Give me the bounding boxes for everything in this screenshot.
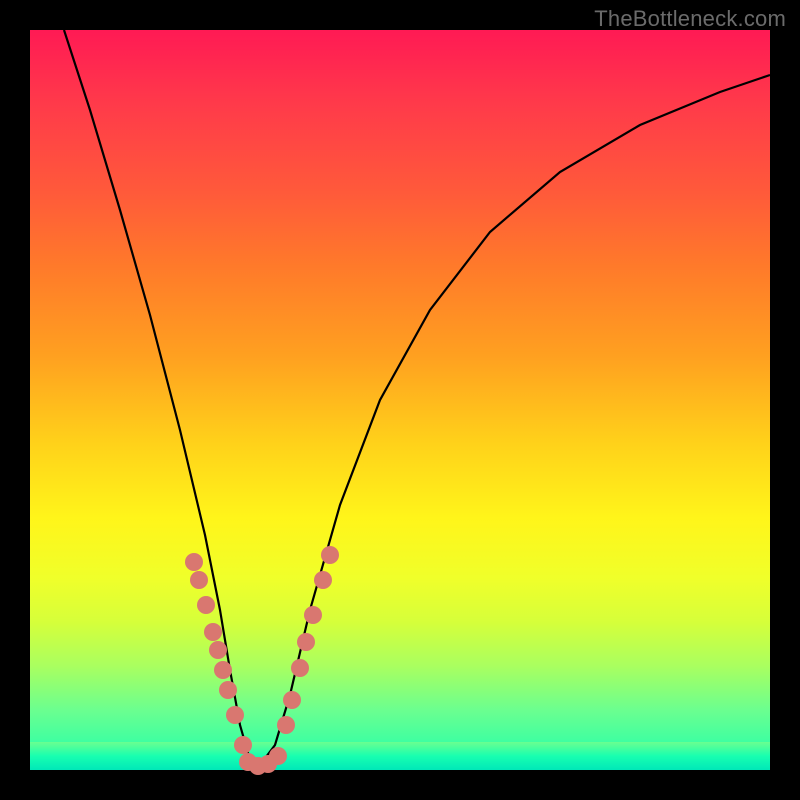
curve-path [64, 30, 770, 765]
marker-left [197, 596, 215, 614]
marker-right [297, 633, 315, 651]
marker-right [277, 716, 295, 734]
marker-right [283, 691, 301, 709]
marker-right [291, 659, 309, 677]
marker-left [214, 661, 232, 679]
marker-right [304, 606, 322, 624]
marker-left [234, 736, 252, 754]
chart-frame: TheBottleneck.com [0, 0, 800, 800]
marker-left [185, 553, 203, 571]
watermark-text: TheBottleneck.com [594, 6, 786, 32]
marker-bottom [269, 747, 287, 765]
bottleneck-curve [30, 30, 770, 770]
marker-right [314, 571, 332, 589]
marker-right [321, 546, 339, 564]
green-band [30, 742, 770, 770]
marker-left [204, 623, 222, 641]
marker-left [190, 571, 208, 589]
marker-left [209, 641, 227, 659]
plot-area [30, 30, 770, 770]
marker-left [226, 706, 244, 724]
marker-left [219, 681, 237, 699]
